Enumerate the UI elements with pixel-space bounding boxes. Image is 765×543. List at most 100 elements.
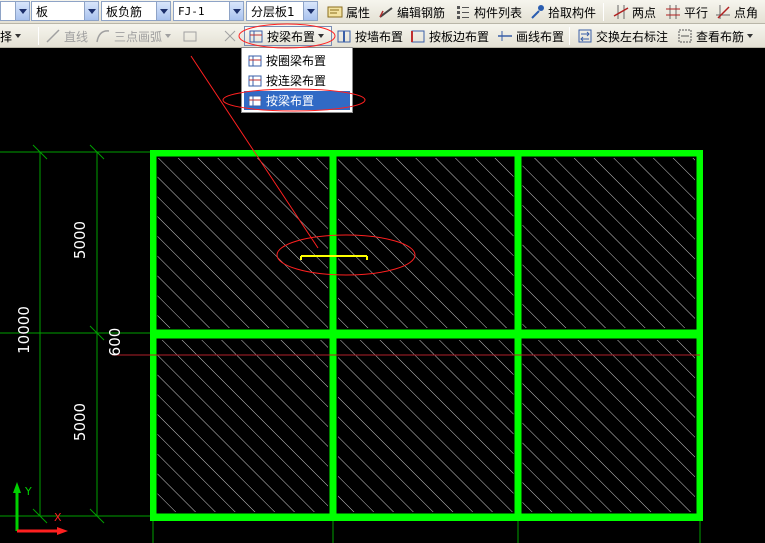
- parallel-button[interactable]: 平行: [665, 2, 708, 22]
- select-button[interactable]: 选择: [0, 26, 22, 46]
- beam-bottom[interactable]: [150, 513, 703, 521]
- chevron-down-icon: [303, 2, 317, 20]
- slab-cell[interactable]: [522, 340, 695, 512]
- slab-edge-icon: [411, 30, 425, 43]
- draw-line-place-label: 画线布置: [516, 29, 565, 44]
- component-list-button[interactable]: 构件列表: [455, 2, 522, 22]
- beam-left[interactable]: [150, 150, 157, 521]
- ring-beam-icon: [248, 55, 262, 66]
- edit-rebar-label: 编辑钢筋: [397, 5, 446, 20]
- arc-icon: [96, 30, 110, 43]
- combo-component-name-value: FJ-1: [178, 4, 205, 18]
- draw-line-place-button[interactable]: 画线布置: [497, 26, 564, 46]
- dim-offset: 600: [106, 328, 124, 357]
- three-point-arc-button[interactable]: 三点画弧: [95, 26, 172, 46]
- beam-right[interactable]: [696, 150, 703, 521]
- toolbar-separator: [38, 27, 39, 45]
- chevron-down-icon: [15, 2, 29, 20]
- axis-y-label: Y: [24, 485, 32, 498]
- beam-inner-2[interactable]: [514, 150, 522, 521]
- view-rebar-label: 查看布筋: [696, 29, 745, 44]
- draw-toolbar: 选择 直线 三点画弧 按梁布置 按墙布置 按板边布置 画线布置 交换左右标注: [0, 24, 765, 48]
- dim-total: 10000: [15, 306, 33, 354]
- dim-bottom: 5000: [71, 403, 89, 441]
- combo-component-subtype[interactable]: 板负筋: [101, 1, 171, 21]
- wall-place-button[interactable]: 按墙布置: [336, 26, 403, 46]
- slab-cell[interactable]: [522, 158, 695, 328]
- cross-icon: [224, 30, 236, 42]
- chevron-down-icon: [156, 2, 170, 20]
- rectangle-icon: [183, 31, 197, 42]
- beam-inner-1[interactable]: [329, 150, 337, 521]
- menu-item-coupling-beam-place[interactable]: 按连梁布置: [244, 71, 350, 90]
- beam-place-dropdown-button[interactable]: 按梁布置: [244, 26, 332, 46]
- rectangle-button[interactable]: [182, 26, 198, 46]
- menu-item-label: 按圈梁布置: [266, 54, 327, 68]
- draw-line-icon: [498, 31, 512, 41]
- edit-rebar-icon: [379, 7, 393, 18]
- slab-edge-place-button[interactable]: 按板边布置: [410, 26, 489, 46]
- pick-component-label: 拾取构件: [548, 5, 597, 20]
- edit-rebar-button[interactable]: 编辑钢筋: [378, 2, 445, 22]
- two-points-label: 两点: [632, 5, 657, 20]
- pick-component-button[interactable]: 拾取构件: [529, 2, 596, 22]
- two-points-button[interactable]: 两点: [613, 2, 656, 22]
- toolbar-separator: [569, 27, 570, 45]
- beam-place-dropdown-menu: 按圈梁布置 按连梁布置 按梁布置: [241, 47, 353, 113]
- slab-edge-place-label: 按板边布置: [429, 29, 490, 44]
- view-rebar-icon: [678, 29, 692, 43]
- eyedropper-icon: [531, 5, 544, 19]
- two-points-icon: [613, 5, 629, 19]
- point-angle-button[interactable]: 点角: [715, 2, 758, 22]
- properties-icon: [327, 6, 343, 18]
- parallel-icon: [666, 5, 680, 19]
- properties-label: 属性: [346, 5, 371, 20]
- combo-layer-value: 分层板1: [251, 4, 295, 19]
- point-angle-label: 点角: [734, 5, 759, 20]
- property-toolbar: 板 板负筋 FJ-1 分层板1 属性 编辑钢筋 构件列表 拾取构件 两点 平行 …: [0, 0, 765, 24]
- combo-component-name[interactable]: FJ-1: [173, 1, 244, 21]
- wall-place-icon: [337, 30, 351, 43]
- properties-button[interactable]: 属性: [327, 2, 370, 22]
- combo-component-type[interactable]: 板: [31, 1, 99, 21]
- chevron-down-icon: [229, 2, 243, 20]
- chevron-down-icon: [165, 34, 172, 38]
- toolbar-separator: [603, 3, 604, 21]
- combo-component-subtype-value: 板负筋: [106, 4, 143, 19]
- parallel-label: 平行: [684, 5, 709, 20]
- combo-floor[interactable]: [0, 1, 30, 21]
- beam-top[interactable]: [150, 150, 703, 157]
- component-list-label: 构件列表: [474, 5, 523, 20]
- swap-icon: [578, 29, 592, 43]
- beam-middle[interactable]: [150, 329, 703, 339]
- menu-item-ring-beam-place[interactable]: 按圈梁布置: [244, 51, 350, 70]
- beam-place-icon: [248, 95, 262, 106]
- dim-top: 5000: [71, 221, 89, 259]
- coupling-beam-icon: [248, 75, 262, 86]
- slab-cell[interactable]: [157, 158, 328, 328]
- line-icon: [46, 29, 60, 43]
- point-tool-button[interactable]: [222, 26, 238, 46]
- wall-place-label: 按墙布置: [355, 29, 404, 44]
- view-rebar-button[interactable]: 查看布筋: [677, 26, 754, 46]
- chevron-down-icon: [15, 34, 22, 38]
- drawing-canvas[interactable]: 5000 5000 10000 600 Y X: [0, 48, 765, 543]
- combo-component-type-value: 板: [36, 4, 49, 19]
- menu-item-beam-place[interactable]: 按梁布置: [244, 91, 350, 110]
- slab-cell[interactable]: [338, 158, 514, 328]
- slab-cell[interactable]: [157, 340, 328, 512]
- swap-lr-label-button[interactable]: 交换左右标注: [577, 26, 668, 46]
- chevron-down-icon: [318, 34, 325, 38]
- point-angle-icon: [716, 5, 730, 19]
- menu-item-label: 按梁布置: [266, 94, 315, 108]
- combo-layer[interactable]: 分层板1: [246, 1, 318, 21]
- chevron-down-icon: [84, 2, 98, 20]
- slab-cell[interactable]: [338, 340, 514, 512]
- beam-place-icon: [249, 30, 263, 43]
- axis-x-label: X: [54, 511, 62, 524]
- menu-item-label: 按连梁布置: [266, 74, 327, 88]
- select-label: 选择: [0, 29, 13, 44]
- line-label: 直线: [64, 29, 89, 44]
- three-point-arc-label: 三点画弧: [114, 29, 163, 44]
- line-button[interactable]: 直线: [45, 26, 88, 46]
